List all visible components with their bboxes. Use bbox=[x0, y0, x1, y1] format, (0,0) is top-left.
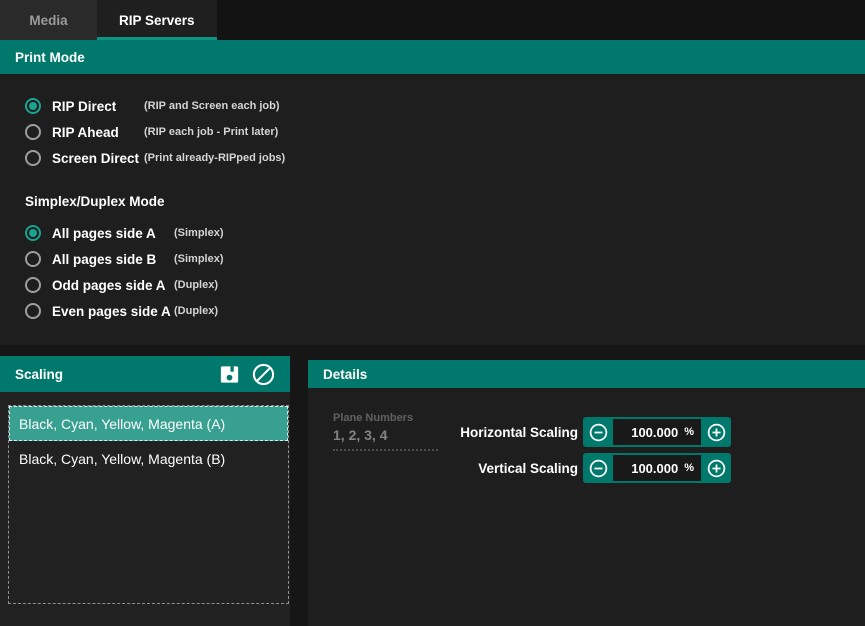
radio-description: (Simplex) bbox=[174, 227, 224, 239]
list-item-scaling-b[interactable]: Black, Cyan, Yellow, Magenta (B) bbox=[9, 441, 288, 476]
tab-rip-servers-label: RIP Servers bbox=[119, 13, 195, 28]
save-button[interactable] bbox=[212, 359, 246, 389]
radio-label: RIP Ahead bbox=[52, 125, 144, 140]
list-item-label: Black, Cyan, Yellow, Magenta (B) bbox=[19, 451, 225, 467]
minus-circle-icon bbox=[588, 422, 609, 443]
details-body: Plane Numbers 1, 2, 3, 4 Horizontal Scal… bbox=[308, 388, 865, 626]
details-header: Details bbox=[308, 360, 865, 388]
scaling-header: Scaling bbox=[0, 356, 290, 392]
radio-label: Screen Direct bbox=[52, 151, 144, 166]
tab-rip-servers[interactable]: RIP Servers bbox=[97, 0, 217, 40]
details-panel: Details Plane Numbers 1, 2, 3, 4 Horizon… bbox=[308, 360, 865, 626]
vertical-scaling-stepper: 100.000 % bbox=[583, 453, 731, 483]
print-mode-section: RIP Direct (RIP and Screen each job) RIP… bbox=[0, 74, 865, 345]
save-icon bbox=[218, 363, 241, 386]
radio-all-pages-b[interactable] bbox=[25, 251, 41, 267]
tabs-group: Media RIP Servers bbox=[0, 0, 217, 40]
radio-row-rip-direct[interactable]: RIP Direct (RIP and Screen each job) bbox=[25, 97, 865, 115]
horizontal-scaling-label: Horizontal Scaling bbox=[308, 425, 578, 440]
rip-server-settings-window: Media RIP Servers Print Mode RIP Direct … bbox=[0, 0, 865, 626]
radio-row-all-pages-b[interactable]: All pages side B (Simplex) bbox=[25, 250, 865, 268]
block-icon bbox=[251, 362, 276, 387]
tab-bar: Media RIP Servers bbox=[0, 0, 865, 40]
radio-label: Even pages side A bbox=[52, 304, 174, 319]
radio-row-odd-pages-a[interactable]: Odd pages side A (Duplex) bbox=[25, 276, 865, 294]
radio-label: Odd pages side A bbox=[52, 278, 174, 293]
percent-unit: % bbox=[684, 426, 694, 438]
horizontal-scaling-value: 100.000 bbox=[631, 425, 678, 440]
vertical-scaling-value: 100.000 bbox=[631, 461, 678, 476]
radio-label: All pages side A bbox=[52, 226, 174, 241]
radio-rip-direct[interactable] bbox=[25, 98, 41, 114]
scaling-title: Scaling bbox=[15, 367, 212, 382]
tab-media[interactable]: Media bbox=[0, 0, 97, 40]
plus-circle-icon bbox=[706, 458, 727, 479]
vertical-scaling-row: Vertical Scaling 100.000 % bbox=[308, 453, 731, 483]
radio-row-all-pages-a[interactable]: All pages side A (Simplex) bbox=[25, 224, 865, 242]
radio-description: (Duplex) bbox=[174, 279, 218, 291]
vertical-scaling-input[interactable]: 100.000 % bbox=[613, 455, 701, 481]
minus-circle-icon bbox=[588, 458, 609, 479]
horizontal-scaling-row: Horizontal Scaling 100.000 % bbox=[308, 417, 731, 447]
radio-description: (RIP each job - Print later) bbox=[144, 126, 278, 138]
radio-even-pages-a[interactable] bbox=[25, 303, 41, 319]
tab-media-label: Media bbox=[29, 13, 67, 28]
radio-label: All pages side B bbox=[52, 252, 174, 267]
simplex-duplex-heading: Simplex/Duplex Mode bbox=[25, 194, 865, 209]
list-item-scaling-a[interactable]: Black, Cyan, Yellow, Magenta (A) bbox=[9, 406, 288, 441]
scaling-list: Black, Cyan, Yellow, Magenta (A) Black, … bbox=[8, 405, 289, 604]
radio-label: RIP Direct bbox=[52, 99, 144, 114]
cancel-button[interactable] bbox=[246, 359, 280, 389]
horizontal-scaling-decrement-button[interactable] bbox=[583, 417, 613, 447]
print-mode-header: Print Mode bbox=[0, 40, 865, 74]
list-item-label: Black, Cyan, Yellow, Magenta (A) bbox=[19, 416, 225, 432]
radio-description: (Duplex) bbox=[174, 305, 218, 317]
plus-circle-icon bbox=[706, 422, 727, 443]
radio-rip-ahead[interactable] bbox=[25, 124, 41, 140]
horizontal-scaling-input[interactable]: 100.000 % bbox=[613, 419, 701, 445]
radio-row-rip-ahead[interactable]: RIP Ahead (RIP each job - Print later) bbox=[25, 123, 865, 141]
radio-row-screen-direct[interactable]: Screen Direct (Print already-RIPped jobs… bbox=[25, 149, 865, 167]
radio-row-even-pages-a[interactable]: Even pages side A (Duplex) bbox=[25, 302, 865, 320]
vertical-scaling-decrement-button[interactable] bbox=[583, 453, 613, 483]
radio-description: (Simplex) bbox=[174, 253, 224, 265]
print-mode-title: Print Mode bbox=[15, 50, 85, 65]
radio-description: (RIP and Screen each job) bbox=[144, 100, 280, 112]
horizontal-scaling-increment-button[interactable] bbox=[701, 417, 731, 447]
vertical-scaling-label: Vertical Scaling bbox=[308, 461, 578, 476]
radio-description: (Print already-RIPped jobs) bbox=[144, 152, 285, 164]
radio-screen-direct[interactable] bbox=[25, 150, 41, 166]
horizontal-scaling-stepper: 100.000 % bbox=[583, 417, 731, 447]
percent-unit: % bbox=[684, 462, 694, 474]
bottom-section: Scaling Black, Cyan, Y bbox=[0, 345, 865, 626]
details-title: Details bbox=[323, 367, 367, 382]
radio-odd-pages-a[interactable] bbox=[25, 277, 41, 293]
radio-all-pages-a[interactable] bbox=[25, 225, 41, 241]
scaling-panel: Scaling Black, Cyan, Y bbox=[0, 356, 290, 626]
vertical-scaling-increment-button[interactable] bbox=[701, 453, 731, 483]
